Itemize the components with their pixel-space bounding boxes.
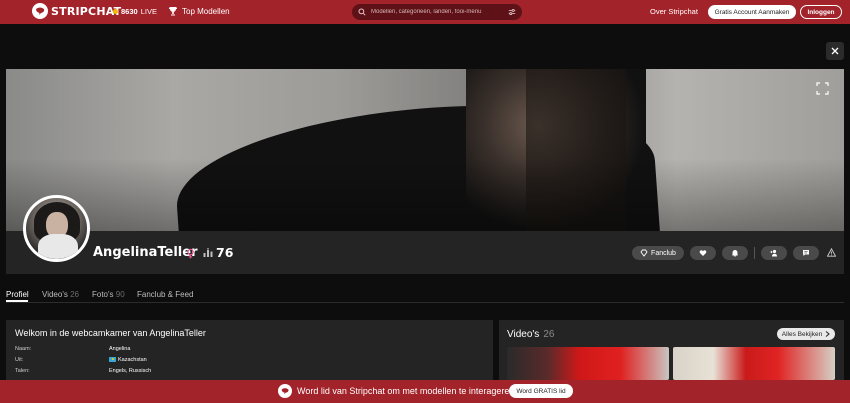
about-link[interactable]: Over Stripchat [650, 7, 698, 16]
diamond-icon [640, 249, 648, 257]
tab-photos[interactable]: Foto's 90 [92, 290, 125, 299]
tab-fanclub-feed-label: Fanclub & Feed [137, 290, 194, 299]
view-all-label: Alles Bekijken [781, 330, 823, 338]
info-label: Naam: [15, 346, 32, 352]
trophy-icon [169, 7, 177, 16]
videos-title: Video's 26 [507, 329, 554, 340]
live-count[interactable]: 8630 LIVE [113, 7, 157, 16]
banner-logo-icon [278, 384, 292, 398]
stripchat-logo[interactable]: STRIPCHAT [32, 3, 121, 19]
close-icon [831, 47, 839, 55]
action-divider [754, 247, 755, 259]
join-free-button[interactable]: Word GRATIS lid [509, 384, 573, 398]
rating-value: 76 [216, 245, 234, 260]
tab-videos-count: 26 [70, 290, 79, 299]
tab-photos-count: 90 [115, 290, 125, 299]
tabs-divider [6, 302, 844, 303]
filter-icon[interactable] [508, 8, 516, 16]
video-thumbnail[interactable] [673, 347, 835, 380]
videos-title-label: Video's [507, 329, 540, 340]
live-dot-icon [113, 9, 118, 14]
top-models-label: Top Modellen [182, 6, 230, 16]
view-all-videos-button[interactable]: Alles Bekijken [777, 328, 835, 340]
message-button[interactable] [793, 246, 819, 260]
close-button[interactable] [826, 42, 844, 60]
kazakhstan-flag-icon [109, 357, 116, 363]
tab-fanclub-feed[interactable]: Fanclub & Feed [137, 290, 193, 299]
videos-count: 26 [543, 329, 555, 340]
add-friend-button[interactable] [761, 246, 787, 260]
chat-icon [803, 250, 809, 256]
info-value: Angelina [109, 346, 131, 352]
notification-button[interactable] [722, 246, 748, 260]
tab-videos[interactable]: Video's 26 [42, 290, 79, 299]
logo-text: STRIPCHAT [51, 4, 122, 18]
search-icon [358, 8, 366, 16]
tab-photos-label: Foto's [92, 290, 114, 299]
search-bar[interactable] [352, 4, 522, 20]
info-value: Engels, Russisch [109, 368, 152, 374]
tab-videos-label: Video's [42, 290, 68, 299]
login-button[interactable]: Inloggen [800, 5, 842, 19]
chevron-right-icon [825, 331, 831, 337]
live-label: LIVE [140, 7, 157, 16]
info-value-country: Kazachstan [109, 357, 147, 363]
info-value: Kazachstan [118, 357, 147, 363]
fanclub-button[interactable]: Fanclub [632, 246, 684, 260]
avatar [23, 195, 90, 262]
info-label: Uit: [15, 357, 24, 363]
bell-icon [732, 250, 738, 257]
heart-icon [699, 250, 707, 256]
videos-panel: Video's 26 Alles Bekijken [499, 320, 844, 380]
cover-shadow [6, 69, 844, 231]
model-name: AngelinaTeller [93, 245, 198, 260]
welcome-title: Welkom in de webcamkamer van AngelinaTel… [15, 328, 206, 338]
video-thumbnail[interactable] [507, 347, 669, 380]
info-label: Talen: [15, 368, 30, 374]
logo-icon [32, 3, 48, 19]
female-icon [187, 248, 194, 259]
banner-text: Word lid van Stripchat om met modellen t… [297, 386, 517, 396]
fullscreen-icon[interactable] [816, 82, 829, 95]
top-models-link[interactable]: Top Modellen [168, 6, 230, 16]
tab-profile-label: Profiel [6, 290, 29, 299]
signup-banner: Word lid van Stripchat om met modellen t… [0, 380, 850, 403]
live-count-number: 8630 [121, 7, 138, 16]
search-input[interactable] [371, 9, 501, 15]
add-user-icon [770, 249, 777, 257]
favorite-button[interactable] [690, 246, 716, 260]
top-navigation-bar: STRIPCHAT 8630 LIVE Top Modellen Over St… [0, 0, 850, 24]
fanclub-label: Fanclub [651, 249, 676, 257]
report-icon[interactable] [827, 248, 836, 257]
profile-info-panel: Welkom in de webcamkamer van AngelinaTel… [6, 320, 493, 380]
rating-icon [203, 248, 213, 257]
signup-button[interactable]: Gratis Account Aanmaken [708, 5, 796, 19]
tab-profile[interactable]: Profiel [6, 290, 29, 299]
avatar-shirt [38, 234, 78, 259]
profile-cover-image [6, 69, 844, 231]
